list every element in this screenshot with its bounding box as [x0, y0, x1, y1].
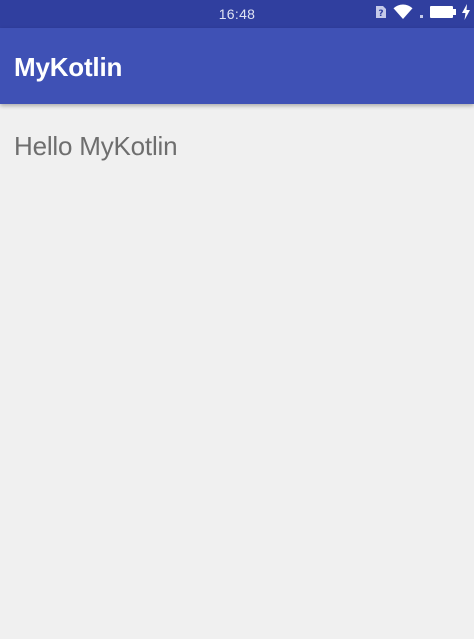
signal-dot-icon — [419, 4, 424, 25]
status-bar: 16:48 ? — [0, 0, 474, 28]
status-icons: ? — [375, 3, 470, 25]
hello-text: Hello MyKotlin — [14, 131, 178, 161]
main-content: Hello MyKotlin — [0, 104, 474, 639]
wifi-icon — [393, 3, 413, 25]
charging-bolt-icon — [462, 3, 470, 25]
svg-text:?: ? — [378, 9, 383, 19]
app-title: MyKotlin — [14, 52, 123, 82]
sim-unknown-icon: ? — [375, 5, 387, 24]
app-bar: MyKotlin — [0, 28, 474, 104]
battery-icon — [430, 5, 456, 24]
